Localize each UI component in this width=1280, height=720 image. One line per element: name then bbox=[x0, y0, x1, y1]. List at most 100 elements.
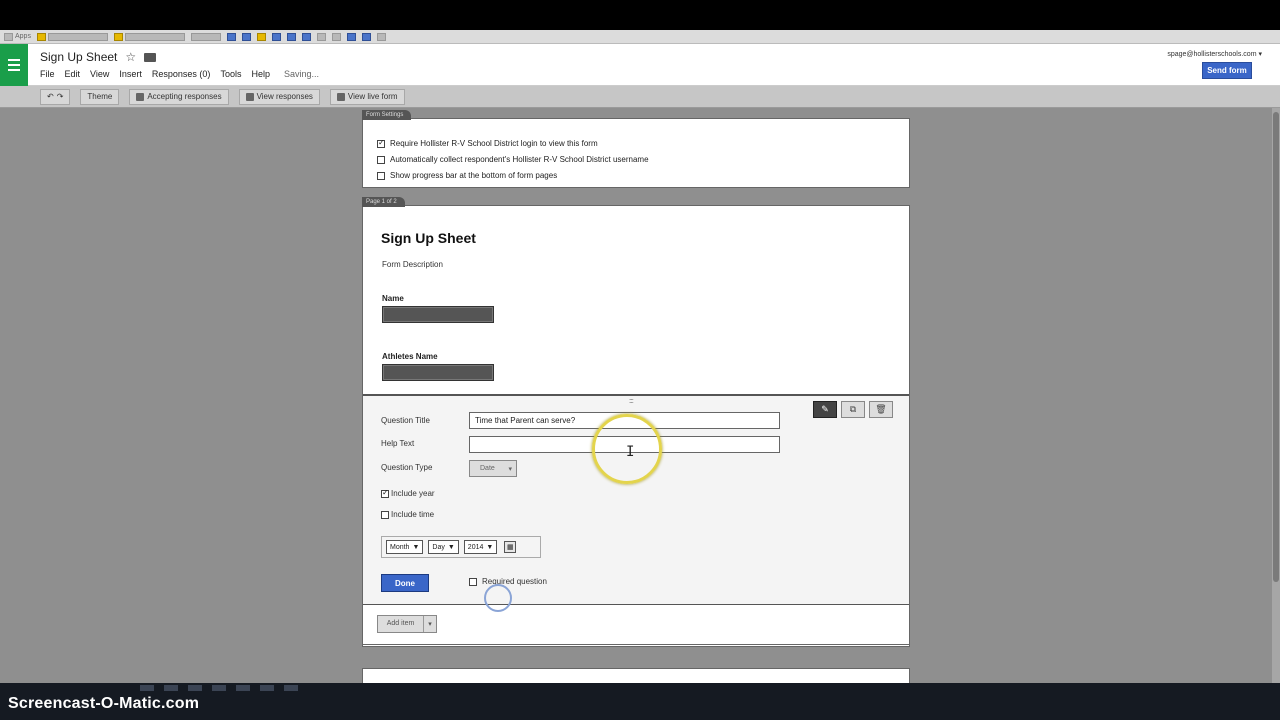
collect-username-checkbox[interactable] bbox=[377, 155, 385, 164]
send-form-button[interactable]: Send form bbox=[1202, 62, 1252, 79]
bookmark-item[interactable] bbox=[36, 32, 108, 41]
form-title[interactable]: Sign Up Sheet bbox=[381, 230, 476, 246]
page-tab-label: Page 1 of 2 bbox=[362, 197, 405, 207]
taskbar-app-icon[interactable] bbox=[260, 685, 274, 691]
menu-responses[interactable]: Responses (0) bbox=[152, 69, 211, 79]
bookmark-icon bbox=[241, 32, 251, 41]
menu-insert[interactable]: Insert bbox=[119, 69, 142, 79]
app-header: Sign Up Sheet ☆ File Edit View Insert Re… bbox=[0, 44, 1280, 86]
bookmarks-bar: Apps bbox=[0, 30, 1280, 44]
required-question-checkbox[interactable] bbox=[469, 577, 477, 586]
taskbar-app-icon[interactable] bbox=[164, 685, 178, 691]
taskbar-icons bbox=[140, 685, 298, 691]
athletes-name-answer-field[interactable] bbox=[382, 364, 494, 381]
folder-icon[interactable] bbox=[144, 52, 157, 62]
forms-menu-icon[interactable] bbox=[0, 44, 28, 86]
star-icon[interactable]: ☆ bbox=[125, 50, 136, 64]
include-time-option[interactable]: Include time bbox=[381, 510, 434, 519]
question-type-select[interactable]: Date ▾ bbox=[469, 460, 517, 477]
question-label-name: Name bbox=[382, 294, 404, 303]
menu-help[interactable]: Help bbox=[251, 69, 270, 79]
taskbar-app-icon[interactable] bbox=[188, 685, 202, 691]
taskbar-app-icon[interactable] bbox=[212, 685, 226, 691]
dropdown-arrow-icon: ▼ bbox=[447, 543, 455, 551]
day-select[interactable]: Day ▼ bbox=[428, 540, 459, 554]
next-page-panel bbox=[362, 668, 910, 683]
bookmark-icon bbox=[316, 32, 326, 41]
vertical-scrollbar[interactable] bbox=[1272, 108, 1280, 683]
menu-view[interactable]: View bbox=[90, 69, 109, 79]
scrollbar-thumb[interactable] bbox=[1273, 112, 1279, 582]
add-item-button[interactable]: Add item ▾ bbox=[377, 615, 437, 633]
menu-bar: File Edit View Insert Responses (0) Tool… bbox=[40, 69, 319, 79]
form-toolbar: ↶ ↷ Theme Accepting responses View respon… bbox=[0, 86, 1280, 108]
year-select[interactable]: 2014 ▼ bbox=[463, 540, 498, 554]
taskbar-app-icon[interactable] bbox=[284, 685, 298, 691]
apps-icon bbox=[4, 32, 13, 41]
duplicate-icon[interactable]: ⧉ bbox=[841, 401, 865, 418]
question-type-label: Question Type bbox=[381, 463, 433, 472]
name-answer-field[interactable] bbox=[382, 306, 494, 323]
bookmark-item[interactable] bbox=[346, 32, 356, 41]
bookmark-icon bbox=[271, 32, 281, 41]
question-title-label: Question Title bbox=[381, 416, 430, 425]
account-email[interactable]: spage@hollisterschools.com ▾ bbox=[1167, 50, 1262, 58]
bookmark-item[interactable] bbox=[301, 32, 311, 41]
undo-redo-buttons[interactable]: ↶ ↷ bbox=[40, 88, 71, 105]
watermark: Screencast-O-Matic.com bbox=[8, 695, 200, 712]
bookmark-icon bbox=[331, 32, 341, 41]
browser-top-bar bbox=[0, 0, 1280, 30]
month-select[interactable]: Month ▼ bbox=[386, 540, 424, 554]
form-settings-panel: Form Settings Require Hollister R-V Scho… bbox=[362, 110, 910, 188]
required-question-option[interactable]: Required question bbox=[469, 577, 547, 586]
setting-require-login[interactable]: Require Hollister R-V School District lo… bbox=[377, 138, 598, 148]
bookmark-item[interactable] bbox=[113, 32, 185, 41]
setting-progress-bar[interactable]: Show progress bar at the bottom of form … bbox=[377, 171, 557, 180]
chevron-down-icon[interactable]: ▾ bbox=[424, 620, 436, 628]
bookmark-apps[interactable]: Apps bbox=[4, 32, 31, 41]
theme-button[interactable]: Theme bbox=[80, 88, 120, 105]
view-responses-button[interactable]: View responses bbox=[238, 88, 320, 105]
progress-bar-checkbox[interactable] bbox=[377, 171, 385, 180]
setting-collect-username[interactable]: Automatically collect respondent's Holli… bbox=[377, 155, 649, 164]
dropdown-arrow-icon: ▼ bbox=[412, 543, 420, 551]
taskbar-app-icon[interactable] bbox=[236, 685, 250, 691]
include-time-checkbox[interactable] bbox=[381, 510, 389, 519]
bookmark-icon bbox=[256, 32, 266, 41]
facebook-icon bbox=[301, 32, 311, 41]
bookmark-item[interactable] bbox=[376, 32, 386, 41]
form-description[interactable]: Form Description bbox=[382, 260, 443, 269]
menu-file[interactable]: File bbox=[40, 69, 55, 79]
done-button[interactable]: Done bbox=[381, 574, 429, 592]
bookmark-item[interactable] bbox=[271, 32, 281, 41]
calendar-icon[interactable]: ▦ bbox=[504, 541, 517, 553]
bookmark-item[interactable] bbox=[256, 32, 266, 41]
bookmark-icon bbox=[47, 32, 108, 41]
bookmark-item[interactable] bbox=[316, 32, 326, 41]
drag-handle-icon[interactable]: :::: bbox=[629, 398, 634, 405]
include-year-checkbox[interactable] bbox=[381, 488, 389, 498]
document-title[interactable]: Sign Up Sheet bbox=[40, 50, 117, 64]
bookmark-item[interactable] bbox=[190, 32, 221, 41]
edit-pencil-icon[interactable]: ✎ bbox=[813, 401, 837, 418]
saving-status: Saving... bbox=[283, 69, 319, 79]
trash-icon[interactable]: 🗑 bbox=[869, 401, 893, 418]
bookmark-item[interactable] bbox=[331, 32, 341, 41]
bookmark-icon bbox=[190, 32, 221, 41]
bookmark-item[interactable] bbox=[241, 32, 251, 41]
question-label-athletes-name: Athletes Name bbox=[382, 352, 438, 361]
bookmark-icon bbox=[361, 32, 371, 41]
include-year-option[interactable]: Include year bbox=[381, 488, 435, 498]
menu-edit[interactable]: Edit bbox=[65, 69, 81, 79]
bookmark-item[interactable] bbox=[226, 32, 236, 41]
accepting-responses-button[interactable]: Accepting responses bbox=[129, 88, 229, 105]
responses-icon bbox=[245, 92, 254, 101]
taskbar-app-icon[interactable] bbox=[140, 685, 154, 691]
menu-tools[interactable]: Tools bbox=[220, 69, 241, 79]
require-login-checkbox[interactable] bbox=[377, 138, 385, 148]
form-canvas: Form Settings Require Hollister R-V Scho… bbox=[0, 108, 1272, 683]
bookmark-icon bbox=[36, 32, 46, 41]
bookmark-item[interactable] bbox=[286, 32, 296, 41]
view-live-form-button[interactable]: View live form bbox=[329, 88, 405, 105]
bookmark-item[interactable] bbox=[361, 32, 371, 41]
